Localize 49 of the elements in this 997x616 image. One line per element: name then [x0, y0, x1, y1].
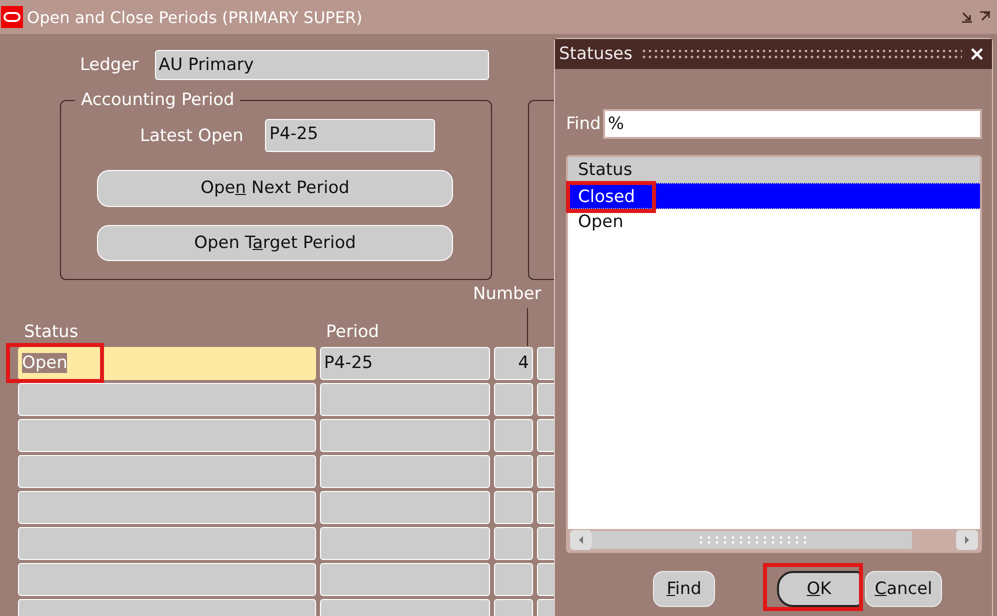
maximize-icon[interactable] — [979, 11, 991, 23]
number-cell[interactable] — [494, 527, 533, 560]
status-cell[interactable] — [18, 419, 316, 452]
oracle-logo-icon — [1, 6, 23, 28]
horizontal-scrollbar[interactable] — [568, 529, 980, 551]
close-icon[interactable] — [970, 47, 984, 61]
status-cell[interactable]: Open — [18, 347, 316, 380]
scroll-left-icon[interactable] — [570, 530, 592, 550]
period-cell[interactable] — [320, 563, 490, 596]
list-item[interactable]: Open — [568, 209, 980, 235]
latest-open-label: Latest Open — [140, 126, 244, 146]
column-group-header: Number — [473, 284, 542, 304]
period-button[interactable]: Open Next Period — [97, 170, 453, 206]
number-cell[interactable] — [494, 563, 533, 596]
period-cell[interactable]: P4-25 — [320, 347, 490, 380]
minimize-icon[interactable] — [961, 11, 973, 23]
scroll-right-icon[interactable] — [956, 530, 978, 550]
period-button[interactable]: Open Target Period — [97, 224, 453, 261]
column-header: Period — [326, 322, 380, 342]
period-cell[interactable] — [320, 455, 490, 488]
dialog-button[interactable]: OK — [777, 571, 861, 607]
list-header: Status — [568, 157, 980, 183]
number-cell[interactable] — [494, 491, 533, 524]
period-cell[interactable] — [320, 419, 490, 452]
scrollbar-thumb[interactable] — [592, 531, 912, 549]
ledger-field[interactable]: AU Primary — [154, 50, 489, 80]
window-title: Open and Close Periods (PRIMARY SUPER) — [27, 8, 364, 26]
dialog-button[interactable]: Find — [653, 571, 715, 607]
number-cell[interactable] — [494, 383, 533, 416]
list-item[interactable]: Closed — [568, 183, 980, 209]
number-cell[interactable]: 4 — [494, 347, 533, 380]
status-cell[interactable] — [18, 491, 316, 524]
number-cell[interactable] — [494, 419, 533, 452]
status-cell[interactable] — [18, 455, 316, 488]
column-header: Status — [24, 322, 78, 342]
status-cell[interactable] — [18, 527, 316, 560]
find-label: Find — [566, 114, 601, 134]
ledger-label: Ledger — [80, 55, 139, 75]
period-cell[interactable] — [320, 491, 490, 524]
status-cell[interactable] — [18, 563, 316, 596]
find-field[interactable]: % — [602, 109, 982, 139]
dialog-title: Statuses — [559, 44, 632, 64]
period-cell[interactable] — [320, 527, 490, 560]
status-cell[interactable] — [18, 383, 316, 416]
number-cell[interactable] — [494, 455, 533, 488]
period-cell[interactable] — [320, 383, 490, 416]
latest-open-field[interactable]: P4-25 — [265, 119, 436, 152]
dialog-button[interactable]: Cancel — [865, 571, 942, 607]
group-title: Accounting Period — [75, 90, 240, 110]
